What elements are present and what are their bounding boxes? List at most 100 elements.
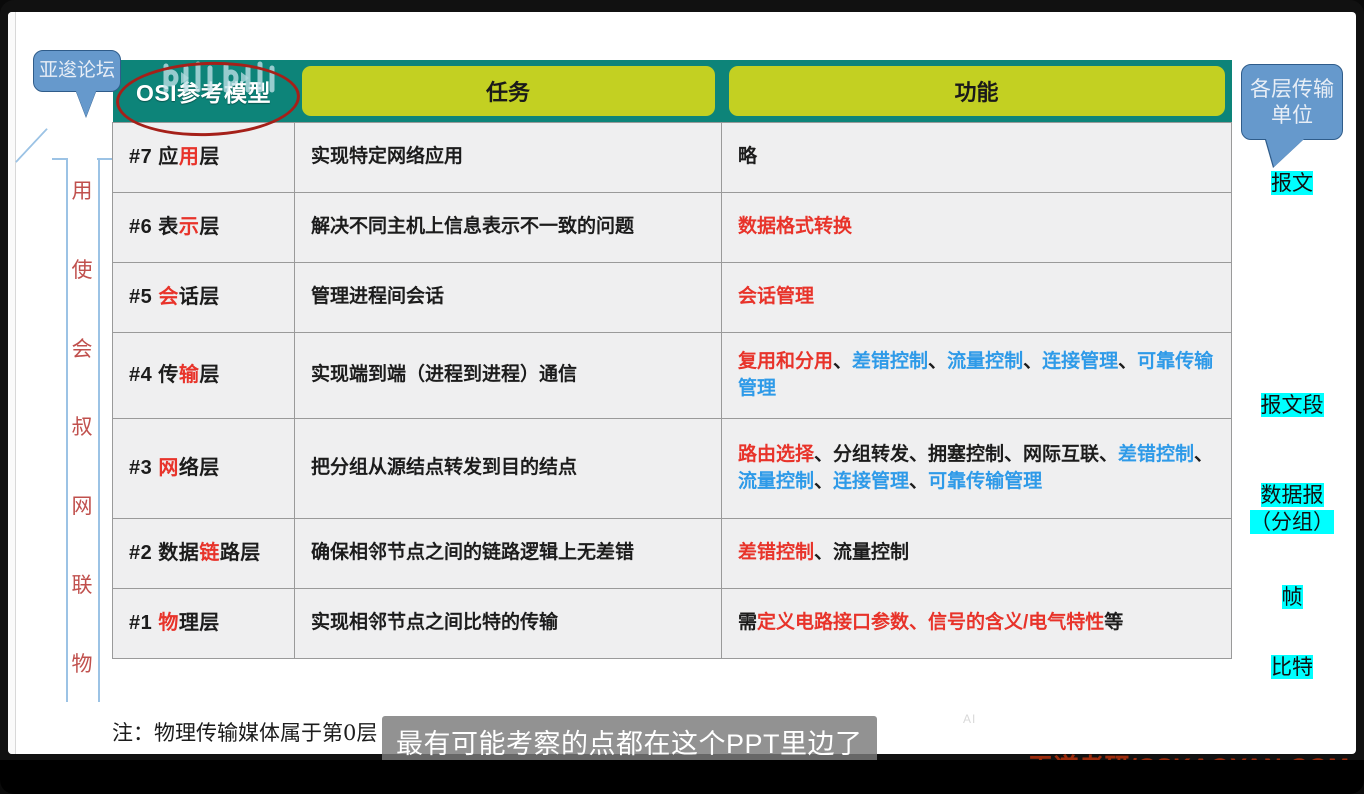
- header-label-function: 功能: [728, 66, 1225, 116]
- function-segment: 、分组转发、拥塞控制、网际互联、: [814, 443, 1119, 465]
- slide-note: 注：物理传输媒体属于第0层: [112, 721, 378, 745]
- function-segment: 差错控制: [1118, 443, 1195, 465]
- table-row: #2 数据链路层 确保相邻节点之间的链路逻辑上无差错 差错控制、流量控制: [112, 518, 1232, 589]
- layer-highlight-char: 物: [158, 612, 179, 635]
- cell-function: 略: [721, 122, 1232, 193]
- header-cell-task: 任务: [294, 60, 722, 123]
- table-row: #5 会话层 管理进程间会话 会话管理: [112, 262, 1232, 333]
- pdu-label-text: （分组）: [1250, 510, 1334, 535]
- callout-left: 亚逡论坛: [33, 50, 121, 117]
- function-segment: 、: [909, 470, 929, 492]
- cell-task: 确保相邻节点之间的链路逻辑上无差错: [294, 518, 722, 589]
- function-segment: 路由选择: [738, 443, 815, 465]
- layer-prefix: #5: [129, 286, 159, 309]
- cell-layer-name: #6 表示层: [112, 192, 295, 263]
- callout-right-label: 各层传输单位: [1250, 76, 1334, 127]
- callout-left-label: 亚逡论坛: [38, 59, 115, 82]
- header-label-task: 任务: [301, 66, 715, 116]
- layer-highlight-char: 输: [178, 364, 200, 387]
- slide-canvas: 用使会叔网联物 OSI参考模型 任务 功能 #7 应用层 实现特定网络应用 略 …: [8, 12, 1356, 754]
- pdu-label-text: 报文段: [1260, 393, 1324, 417]
- cell-task: 实现特定网络应用: [294, 122, 722, 193]
- function-segment: 可靠传输管理: [928, 470, 1043, 492]
- function-segment: 、: [833, 350, 853, 372]
- player-bottom-bar: [0, 760, 1364, 794]
- upward-arrow-icon: [15, 112, 149, 702]
- function-segment: 会话管理: [738, 286, 815, 308]
- layer-prefix: #7 应: [129, 146, 179, 169]
- function-segment: 连接管理: [833, 470, 910, 492]
- cell-function: 路由选择、分组转发、拥塞控制、网际互联、差错控制、流量控制、连接管理、可靠传输管…: [721, 418, 1232, 519]
- layer-prefix: #6 表: [129, 216, 179, 239]
- layer-suffix: 层: [199, 216, 220, 239]
- pdu-label: 比特: [1236, 654, 1348, 681]
- layer-highlight-char: 会: [158, 286, 179, 309]
- layer-suffix: 理层: [178, 612, 220, 635]
- layer-prefix: #4 传: [129, 364, 179, 387]
- table-row: #4 传输层 实现端到端（进程到进程）通信 复用和分用、差错控制、流量控制、连接管理…: [112, 332, 1232, 419]
- pdu-label: 帧: [1236, 584, 1348, 611]
- table-row: #6 表示层 解决不同主机上信息表示不一致的问题 数据格式转换: [112, 192, 1232, 263]
- function-segment: 差错控制: [852, 350, 929, 372]
- header-row: OSI参考模型 任务 功能: [112, 60, 1232, 123]
- cell-layer-name: #1 物理层: [112, 588, 295, 659]
- pdu-label-text: 帧: [1281, 585, 1303, 609]
- function-segment: 、流量控制: [814, 542, 910, 564]
- table-row: #3 网络层 把分组从源结点转发到目的结点 路由选择、分组转发、拥塞控制、网际互联、…: [112, 418, 1232, 519]
- cell-function: 会话管理: [721, 262, 1232, 333]
- osi-model-table: OSI参考模型 任务 功能 #7 应用层 实现特定网络应用略 #6 表示层 解决不同主…: [112, 60, 1232, 659]
- pdu-label: 数据报 （分组）: [1236, 482, 1348, 537]
- layer-highlight-char: 链: [199, 542, 220, 565]
- ai-badge: AI: [963, 712, 977, 726]
- function-segment: 流量控制: [947, 350, 1024, 372]
- header-label-osi: OSI参考模型: [135, 80, 272, 106]
- layer-suffix: 层: [199, 146, 220, 169]
- layer-suffix: 层: [199, 364, 220, 387]
- cell-task: 解决不同主机上信息表示不一致的问题: [294, 192, 722, 263]
- layer-suffix: 络层: [178, 457, 220, 480]
- cell-task: 管理进程间会话: [294, 262, 722, 333]
- video-player: 用使会叔网联物 OSI参考模型 任务 功能 #7 应用层 实现特定网络应用 略 …: [0, 0, 1364, 794]
- cell-function: 需定义电路接口参数、信号的含义/电气特性等: [721, 588, 1232, 659]
- cell-layer-name: #4 传输层: [112, 332, 295, 419]
- pdu-label: 报文: [1236, 170, 1348, 197]
- cell-task: 实现相邻节点之间比特的传输: [294, 588, 722, 659]
- cell-task: 把分组从源结点转发到目的结点: [294, 418, 722, 519]
- table-row: #1 物理层 实现相邻节点之间比特的传输 需定义电路接口参数、信号的含义/电气特性等: [112, 588, 1232, 659]
- layer-prefix: #2 数据: [129, 542, 200, 565]
- function-segment: 复用和分用: [738, 350, 834, 372]
- header-cell-function: 功能: [721, 60, 1232, 123]
- layer-suffix: 路层: [219, 542, 261, 565]
- pdu-label-text: 数据报: [1260, 483, 1324, 507]
- cell-layer-name: #3 网络层: [112, 418, 295, 519]
- callout-right: 各层传输单位: [1241, 64, 1343, 167]
- function-segment: 数据格式转换: [738, 216, 853, 238]
- function-segment: 、: [1118, 350, 1138, 372]
- cell-function: 复用和分用、差错控制、流量控制、连接管理、可靠传输管理: [721, 332, 1232, 419]
- function-segment: 等: [1104, 612, 1124, 634]
- table-body: #7 应用层 实现特定网络应用略 #6 表示层 解决不同主机上信息表示不一致的问题 数据…: [112, 122, 1232, 659]
- table-row: #7 应用层 实现特定网络应用略: [112, 122, 1232, 193]
- slide-left-margin: [8, 12, 16, 754]
- pdu-label: 报文段: [1236, 392, 1348, 419]
- function-segment: 、: [1194, 443, 1214, 465]
- layer-prefix: #3: [129, 457, 159, 480]
- function-segment: 需: [738, 612, 758, 634]
- header-cell-osi: OSI参考模型: [112, 60, 295, 123]
- function-segment: 、: [814, 470, 834, 492]
- layer-suffix: 话层: [178, 286, 220, 309]
- pdu-label-text: 报文: [1271, 171, 1313, 195]
- cell-layer-name: #7 应用层: [112, 122, 295, 193]
- pdu-label-text: 比特: [1271, 655, 1313, 679]
- layer-highlight-char: 网: [158, 457, 179, 480]
- callout-right-tail: [1266, 139, 1304, 167]
- cell-task: 实现端到端（进程到进程）通信: [294, 332, 722, 419]
- function-segment: 定义电路接口参数、信号的含义/电气特性: [757, 612, 1105, 634]
- table-header: OSI参考模型 任务 功能: [112, 60, 1232, 123]
- cell-function: 数据格式转换: [721, 192, 1232, 263]
- player-frame: 用使会叔网联物 OSI参考模型 任务 功能 #7 应用层 实现特定网络应用 略 …: [0, 0, 1364, 794]
- function-segment: 连接管理: [1042, 350, 1119, 372]
- cell-layer-name: #2 数据链路层: [112, 518, 295, 589]
- layer-prefix: #1: [129, 612, 159, 635]
- function-segment: 、: [928, 350, 948, 372]
